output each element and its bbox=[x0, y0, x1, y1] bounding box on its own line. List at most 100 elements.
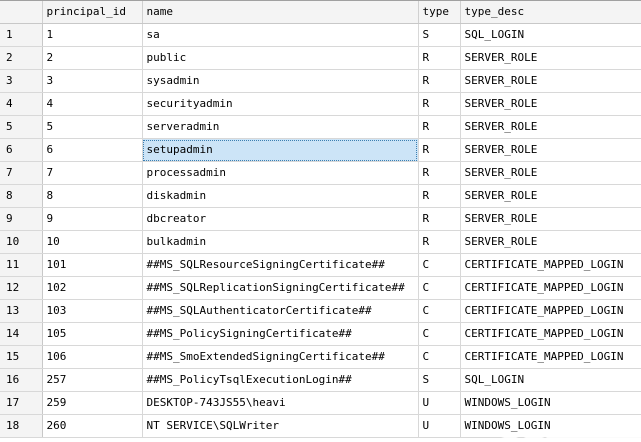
cell-type-desc[interactable]: SERVER_ROLE bbox=[460, 230, 641, 254]
cell-type-desc[interactable]: SERVER_ROLE bbox=[460, 92, 641, 116]
cell-name[interactable]: ##MS_SmoExtendedSigningCertificate## bbox=[142, 345, 419, 369]
cell-type-desc[interactable]: CERTIFICATE_MAPPED_LOGIN bbox=[460, 322, 641, 346]
cell-type-desc[interactable]: SQL_LOGIN bbox=[460, 368, 641, 392]
table-row[interactable]: 8 8 diskadmin R SERVER_ROLE bbox=[0, 184, 641, 208]
cell-type[interactable]: R bbox=[418, 207, 461, 231]
cell-type[interactable]: R bbox=[418, 184, 461, 208]
cell-type-desc[interactable]: SERVER_ROLE bbox=[460, 69, 641, 93]
cell-name[interactable]: ##MS_SQLReplicationSigningCertificate## bbox=[142, 276, 419, 300]
cell-principal-id[interactable]: 7 bbox=[42, 161, 143, 185]
table-row[interactable]: 11 101 ##MS_SQLResourceSigningCertificate#… bbox=[0, 253, 641, 277]
cell-type-desc[interactable]: SERVER_ROLE bbox=[460, 138, 641, 162]
cell-principal-id[interactable]: 103 bbox=[42, 299, 143, 323]
cell-type-desc[interactable]: SERVER_ROLE bbox=[460, 184, 641, 208]
table-row[interactable]: 17 259 DESKTOP-743JS55\heavi U WINDOWS_LOGIN bbox=[0, 391, 641, 415]
cell-type-desc[interactable]: WINDOWS_LOGIN bbox=[460, 391, 641, 415]
table-row[interactable]: 12 102 ##MS_SQLReplicationSigningCertifica… bbox=[0, 276, 641, 300]
cell-type[interactable]: R bbox=[418, 161, 461, 185]
cell-principal-id[interactable]: 3 bbox=[42, 69, 143, 93]
cell-name[interactable]: ##MS_SQLResourceSigningCertificate## bbox=[142, 253, 419, 277]
cell-type[interactable]: C bbox=[418, 276, 461, 300]
cell-type-desc[interactable]: SERVER_ROLE bbox=[460, 46, 641, 70]
cell-name[interactable]: NT SERVICE\SQLWriter bbox=[142, 414, 419, 438]
cell-type-desc[interactable]: CERTIFICATE_MAPPED_LOGIN bbox=[460, 253, 641, 277]
row-number-cell[interactable]: 18 bbox=[0, 414, 43, 438]
cell-principal-id[interactable]: 5 bbox=[42, 115, 143, 139]
cell-name-selected[interactable]: setupadmin bbox=[142, 138, 419, 162]
cell-type[interactable]: R bbox=[418, 230, 461, 254]
cell-type[interactable]: C bbox=[418, 322, 461, 346]
row-number-cell[interactable]: 9 bbox=[0, 207, 43, 231]
row-number-cell[interactable]: 12 bbox=[0, 276, 43, 300]
row-number-cell[interactable]: 16 bbox=[0, 368, 43, 392]
table-row[interactable]: 4 4 securityadmin R SERVER_ROLE bbox=[0, 92, 641, 116]
cell-name[interactable]: diskadmin bbox=[142, 184, 419, 208]
cell-principal-id[interactable]: 259 bbox=[42, 391, 143, 415]
cell-name[interactable]: securityadmin bbox=[142, 92, 419, 116]
cell-type-desc[interactable]: CERTIFICATE_MAPPED_LOGIN bbox=[460, 276, 641, 300]
cell-principal-id[interactable]: 106 bbox=[42, 345, 143, 369]
cell-name[interactable]: DESKTOP-743JS55\heavi bbox=[142, 391, 419, 415]
cell-principal-id[interactable]: 9 bbox=[42, 207, 143, 231]
table-row[interactable]: 14 105 ##MS_PolicySigningCertificate## C CER… bbox=[0, 322, 641, 346]
cell-type-desc[interactable]: SERVER_ROLE bbox=[460, 207, 641, 231]
cell-principal-id[interactable]: 105 bbox=[42, 322, 143, 346]
table-row[interactable]: 18 260 NT SERVICE\SQLWriter U WINDOWS_LOGIN bbox=[0, 414, 641, 438]
table-row[interactable]: 9 9 dbcreator R SERVER_ROLE bbox=[0, 207, 641, 231]
cell-principal-id[interactable]: 257 bbox=[42, 368, 143, 392]
cell-type[interactable]: C bbox=[418, 299, 461, 323]
cell-type[interactable]: R bbox=[418, 69, 461, 93]
table-row[interactable]: 16 257 ##MS_PolicyTsqlExecutionLogin## S SQL… bbox=[0, 368, 641, 392]
row-number-cell[interactable]: 11 bbox=[0, 253, 43, 277]
cell-name[interactable]: ##MS_PolicyTsqlExecutionLogin## bbox=[142, 368, 419, 392]
cell-type-desc[interactable]: CERTIFICATE_MAPPED_LOGIN bbox=[460, 345, 641, 369]
table-row[interactable]: 2 2 public R SERVER_ROLE bbox=[0, 46, 641, 70]
cell-type[interactable]: U bbox=[418, 414, 461, 438]
row-number-cell[interactable]: 2 bbox=[0, 46, 43, 70]
cell-name[interactable]: sysadmin bbox=[142, 69, 419, 93]
cell-type[interactable]: S bbox=[418, 368, 461, 392]
cell-type-desc[interactable]: CERTIFICATE_MAPPED_LOGIN bbox=[460, 299, 641, 323]
table-row[interactable]: 5 5 serveradmin R SERVER_ROLE bbox=[0, 115, 641, 139]
cell-name[interactable]: sa bbox=[142, 23, 419, 47]
cell-principal-id[interactable]: 4 bbox=[42, 92, 143, 116]
cell-type[interactable]: U bbox=[418, 391, 461, 415]
cell-type[interactable]: R bbox=[418, 115, 461, 139]
row-number-cell[interactable]: 15 bbox=[0, 345, 43, 369]
row-number-cell[interactable]: 17 bbox=[0, 391, 43, 415]
row-number-cell[interactable]: 1 bbox=[0, 23, 43, 47]
column-header-type[interactable]: type bbox=[418, 1, 461, 24]
row-number-cell[interactable]: 8 bbox=[0, 184, 43, 208]
cell-name[interactable]: ##MS_SQLAuthenticatorCertificate## bbox=[142, 299, 419, 323]
table-row[interactable]: 6 6 setupadmin R SERVER_ROLE bbox=[0, 138, 641, 162]
cell-principal-id[interactable]: 10 bbox=[42, 230, 143, 254]
cell-type[interactable]: C bbox=[418, 345, 461, 369]
table-row[interactable]: 13 103 ##MS_SQLAuthenticatorCertificate## C… bbox=[0, 299, 641, 323]
cell-name[interactable]: processadmin bbox=[142, 161, 419, 185]
cell-principal-id[interactable]: 102 bbox=[42, 276, 143, 300]
column-header-name[interactable]: name bbox=[142, 1, 419, 24]
cell-type-desc[interactable]: SQL_LOGIN bbox=[460, 23, 641, 47]
cell-name[interactable]: serveradmin bbox=[142, 115, 419, 139]
table-row[interactable]: 7 7 processadmin R SERVER_ROLE bbox=[0, 161, 641, 185]
cell-principal-id[interactable]: 8 bbox=[42, 184, 143, 208]
cell-principal-id[interactable]: 260 bbox=[42, 414, 143, 438]
cell-type[interactable]: S bbox=[418, 23, 461, 47]
cell-type-desc[interactable]: WINDOWS_LOGIN bbox=[460, 414, 641, 438]
results-grid[interactable]: principal_id name type type_desc 1 1 sa S SQ… bbox=[0, 0, 641, 442]
cell-principal-id[interactable]: 2 bbox=[42, 46, 143, 70]
table-row[interactable]: 10 10 bulkadmin R SERVER_ROLE bbox=[0, 230, 641, 254]
table-row[interactable]: 1 1 sa S SQL_LOGIN bbox=[0, 23, 641, 47]
cell-principal-id[interactable]: 1 bbox=[42, 23, 143, 47]
cell-name[interactable]: public bbox=[142, 46, 419, 70]
cell-type[interactable]: R bbox=[418, 138, 461, 162]
row-number-cell[interactable]: 5 bbox=[0, 115, 43, 139]
row-number-cell[interactable]: 10 bbox=[0, 230, 43, 254]
table-row[interactable]: 15 106 ##MS_SmoExtendedSigningCertificate#… bbox=[0, 345, 641, 369]
cell-type[interactable]: R bbox=[418, 46, 461, 70]
grid-corner-cell[interactable] bbox=[0, 1, 43, 24]
cell-name[interactable]: bulkadmin bbox=[142, 230, 419, 254]
cell-type[interactable]: R bbox=[418, 92, 461, 116]
column-header-principal-id[interactable]: principal_id bbox=[42, 1, 143, 24]
row-number-cell[interactable]: 6 bbox=[0, 138, 43, 162]
